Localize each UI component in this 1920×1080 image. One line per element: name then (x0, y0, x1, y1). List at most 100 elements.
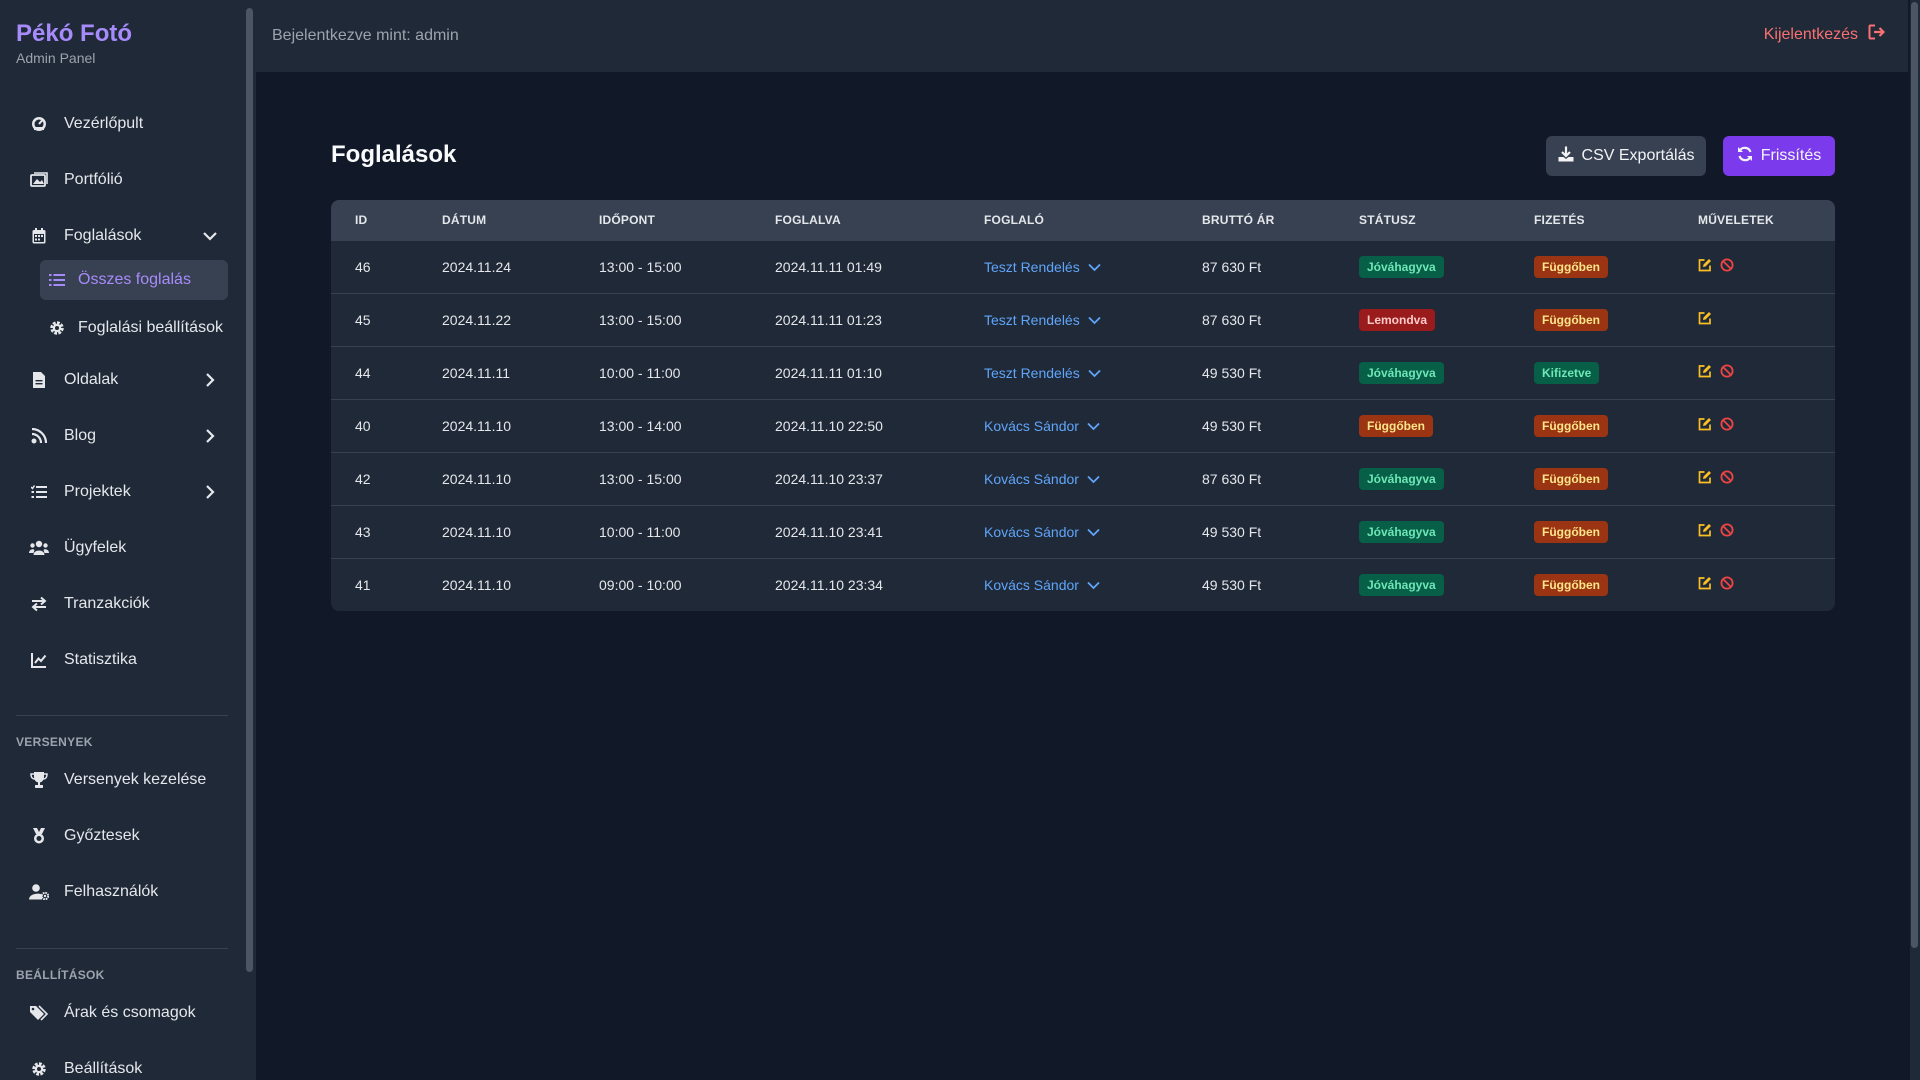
column-header-status: STÁTUSZ (1359, 212, 1416, 227)
sidebar-item-bookings[interactable]: Foglalások (16, 216, 228, 256)
booking-time: 13:00 - 14:00 (599, 417, 682, 434)
ban-icon[interactable] (1720, 523, 1734, 537)
table-row: 44 2024.11.11 10:00 - 11:00 2024.11.11 0… (331, 346, 1835, 399)
booker-dropdown[interactable]: Kovács Sándor (984, 577, 1100, 593)
booking-id: 43 (355, 523, 371, 540)
row-actions (1698, 576, 1734, 590)
edit-icon[interactable] (1698, 470, 1712, 484)
sidebar-item-settings[interactable]: Beállítások (16, 1049, 228, 1080)
sidebar-scrollbar[interactable] (246, 8, 253, 972)
sidebar-item-pages[interactable]: Oldalak (16, 360, 228, 400)
column-header-payment: FIZETÉS (1534, 212, 1585, 227)
payment-cell: Függőben (1510, 558, 1674, 611)
status-badge: Jóváhagyva (1359, 520, 1444, 543)
sidebar-divider (16, 715, 228, 716)
booking-date: 2024.11.24 (442, 258, 512, 275)
brand: Pékó Fotó Admin Panel (0, 0, 256, 100)
sidebar-item-clients[interactable]: Ügyfelek (16, 528, 228, 568)
sidebar-subitem-all-bookings[interactable]: Összes foglalás (40, 260, 228, 300)
sidebar-item-transactions[interactable]: Tranzakciók (16, 584, 228, 624)
booking-date: 2024.11.10 (442, 470, 512, 487)
sidebar-item-label: Árak és csomagok (64, 1004, 196, 1021)
trophy-icon (28, 771, 50, 789)
sidebar-item-users[interactable]: Felhasználók (16, 872, 228, 912)
booker-name: Teszt Rendelés (984, 364, 1080, 381)
booking-date: 2024.11.22 (442, 311, 512, 328)
ban-icon[interactable] (1720, 576, 1734, 590)
sidebar-subitem-label: Összes foglalás (78, 271, 191, 288)
chevron-down-icon (1080, 312, 1101, 328)
sidebar-subitem-label: Foglalási beállítások (78, 319, 223, 336)
booking-id: 45 (355, 311, 371, 328)
gross-price: 87 630 Ft (1202, 311, 1262, 328)
ban-icon[interactable] (1720, 364, 1734, 378)
edit-icon[interactable] (1698, 258, 1712, 272)
sidebar-item-label: Versenyek kezelése (64, 771, 207, 788)
edit-icon[interactable] (1698, 417, 1712, 431)
refresh-button[interactable]: Frissítés (1723, 136, 1835, 176)
edit-icon[interactable] (1698, 311, 1712, 325)
status-cell: Jóváhagyva (1335, 558, 1510, 611)
page-scrollbar-thumb[interactable] (1911, 2, 1918, 948)
column-header-actions: MŰVELETEK (1698, 212, 1774, 227)
booked-at: 2024.11.10 23:41 (775, 523, 883, 540)
payment-cell: Függőben (1510, 240, 1674, 293)
booked-at: 2024.11.10 23:34 (775, 576, 883, 593)
sidebar-item-portfolio[interactable]: Portfólió (16, 160, 228, 200)
booking-time: 10:00 - 11:00 (599, 364, 681, 381)
sidebar-item-dashboard[interactable]: Vezérlőpult (16, 104, 228, 144)
sidebar-subitem-booking-settings[interactable]: Foglalási beállítások (40, 308, 228, 348)
page-title: Foglalások (331, 141, 457, 168)
status-badge: Jóváhagyva (1359, 573, 1444, 596)
gross-price: 49 530 Ft (1202, 576, 1262, 593)
booked-at: 2024.11.11 01:49 (775, 258, 882, 275)
booker-dropdown[interactable]: Teszt Rendelés (984, 312, 1101, 328)
booking-date: 2024.11.10 (442, 417, 512, 434)
booker-dropdown[interactable]: Teszt Rendelés (984, 365, 1101, 381)
section-label-settings: BEÁLLÍTÁSOK (16, 968, 105, 982)
csv-export-button[interactable]: CSV Exportálás (1546, 136, 1706, 176)
booking-time: 10:00 - 11:00 (599, 523, 681, 540)
payment-cell: Függőben (1510, 293, 1674, 346)
table-header-row: ID DÁTUM IDŐPONT FOGLALVA FOGLALÓ BRUTTÓ… (331, 200, 1835, 240)
booked-at: 2024.11.10 22:50 (775, 417, 883, 434)
status-cell: Jóváhagyva (1335, 452, 1510, 505)
sync-icon (1737, 146, 1761, 167)
booker-dropdown[interactable]: Kovács Sándor (984, 418, 1100, 434)
gross-price: 49 530 Ft (1202, 417, 1262, 434)
sidebar-item-projects[interactable]: Projektek (16, 472, 228, 512)
booker-dropdown[interactable]: Kovács Sándor (984, 471, 1100, 487)
sidebar-item-statistics[interactable]: Statisztika (16, 640, 228, 680)
actions-cell (1674, 452, 1835, 505)
booker-dropdown[interactable]: Kovács Sándor (984, 524, 1100, 540)
sidebar-item-winners[interactable]: Győztesek (16, 816, 228, 856)
table-row: 45 2024.11.22 13:00 - 15:00 2024.11.11 0… (331, 293, 1835, 346)
booked-at: 2024.11.10 23:37 (775, 470, 883, 487)
sidebar-item-blog[interactable]: Blog (16, 416, 228, 456)
row-actions (1698, 523, 1734, 537)
sidebar-divider (16, 948, 228, 949)
logged-in-status: Bejelentkezve mint: admin (272, 27, 459, 44)
status-badge: Lemondva (1359, 308, 1436, 331)
edit-icon[interactable] (1698, 364, 1712, 378)
sidebar-item-label: Beállítások (64, 1060, 143, 1077)
ban-icon[interactable] (1720, 417, 1734, 431)
brand-title[interactable]: Pékó Fotó (16, 20, 240, 48)
ban-icon[interactable] (1720, 258, 1734, 272)
sidebar-item-label: Tranzakciók (64, 595, 150, 612)
logout-button[interactable]: Kijelentkezés (1764, 24, 1886, 45)
payment-badge: Függőben (1534, 308, 1608, 331)
booker-dropdown[interactable]: Teszt Rendelés (984, 259, 1101, 275)
edit-icon[interactable] (1698, 523, 1712, 537)
edit-icon[interactable] (1698, 576, 1712, 590)
table-row: 40 2024.11.10 13:00 - 14:00 2024.11.10 2… (331, 399, 1835, 452)
sidebar-item-prices-packages[interactable]: Árak és csomagok (16, 993, 228, 1033)
gear-icon (48, 319, 66, 337)
booked-at: 2024.11.11 01:23 (775, 311, 882, 328)
csv-export-label: CSV Exportálás (1581, 147, 1695, 164)
page-scrollbar[interactable] (1910, 0, 1920, 1080)
column-header-time: IDŐPONT (599, 212, 656, 227)
sidebar-item-label: Foglalások (64, 227, 142, 244)
ban-icon[interactable] (1720, 470, 1734, 484)
sidebar-item-manage-competitions[interactable]: Versenyek kezelése (16, 760, 228, 800)
